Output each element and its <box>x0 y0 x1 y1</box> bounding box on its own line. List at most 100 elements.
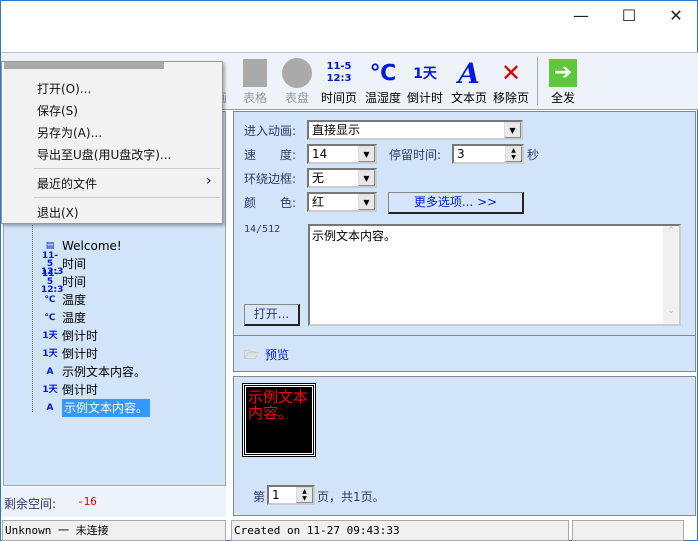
text-page-button[interactable]: A 文本页 <box>447 57 491 106</box>
menu-item-exit[interactable]: 退出(X) <box>37 204 79 221</box>
speed-value: 14 <box>312 147 328 161</box>
preview-panel: 示例文本内容。 第 1 ▲ ▼ 页，共1页。 <box>233 376 696 516</box>
created-status: Created on 11-27 09:43:33 <box>231 520 569 541</box>
connection-status: Unknown 一 未连接 <box>2 520 226 541</box>
minimize-button[interactable]: — <box>561 5 601 27</box>
scrollbar[interactable]: ⌃ ⌄ <box>663 226 679 324</box>
chevron-down-icon: ▼ <box>504 122 521 138</box>
table-button[interactable]: 表格 <box>233 57 277 106</box>
tree-item-label: 示例文本内容。 <box>62 399 151 417</box>
dial-icon <box>275 57 319 89</box>
tree-item[interactable]: 1天 倒计时 <box>41 345 98 363</box>
page-stepper[interactable]: 1 ▲ ▼ <box>267 485 315 505</box>
page-type-icon: ℃ <box>44 313 56 323</box>
page-type-icon: 1天 <box>42 349 58 359</box>
speed-select[interactable]: 14 ▼ <box>307 144 377 164</box>
more-options-button[interactable]: 更多选项... >> <box>388 192 524 214</box>
menu-item-save[interactable]: 保存(S) <box>37 102 78 119</box>
temperature-page-button[interactable]: ℃ 温湿度 <box>361 57 405 106</box>
tree-item[interactable]: ℃ 温度 <box>41 291 86 309</box>
tree-item[interactable]: A 示例文本内容。 <box>41 363 147 381</box>
tree-item-label: 时间 <box>62 257 87 271</box>
page-prefix: 第 <box>253 490 266 504</box>
tree-item-label: Welcome! <box>62 239 122 253</box>
text-content-input[interactable]: 示例文本内容。 ⌃ ⌄ <box>308 224 681 326</box>
animation-label: 进入动画: <box>244 124 297 138</box>
page-type-icon: A <box>46 403 54 413</box>
chevron-down-icon: ▼ <box>358 194 375 210</box>
tree-item-label: 温度 <box>62 293 87 307</box>
menu-item-new-obscured[interactable] <box>4 62 164 69</box>
page-type-icon: A <box>46 367 54 377</box>
color-value: 红 <box>312 195 325 209</box>
tree-item-label: 倒计时 <box>62 329 99 343</box>
remove-icon: ✕ <box>500 59 522 87</box>
menu-item-open[interactable]: 打开(O)... <box>37 80 91 97</box>
tree-item[interactable]: 11-5 12:3 时间 <box>41 270 86 295</box>
page-type-icon: 1天 <box>42 385 58 395</box>
page-settings-panel: 进入动画: 直接显示 ▼ 速 度: 14 ▼ 停留时间: 3 ▲ ▼ 秒 环绕边框: 无… <box>233 111 696 336</box>
menu-separator <box>34 168 220 169</box>
preview-link[interactable]: 预览 <box>265 346 289 363</box>
close-button[interactable]: ✕ <box>656 5 696 27</box>
chevron-down-icon: ▼ <box>358 170 375 186</box>
stay-value: 3 <box>457 147 465 161</box>
char-count: 14/512 <box>244 224 281 235</box>
tree-item-label: 示例文本内容。 <box>62 365 147 379</box>
animation-select[interactable]: 直接显示 ▼ <box>307 120 523 140</box>
countdown-icon: 1天 <box>413 66 437 82</box>
file-menu: 打开(O)... 保存(S) 另存为(A)... 导出至U盘(用U盘改字)...… <box>1 61 223 224</box>
tree-item[interactable]: 1天 倒计时 <box>41 327 98 345</box>
border-value: 无 <box>312 171 325 185</box>
menu-item-recent-files[interactable]: 最近的文件 <box>37 175 97 192</box>
send-all-icon: ➔ <box>541 57 585 89</box>
tree-item[interactable]: A 示例文本内容。 <box>41 399 151 417</box>
dial-button[interactable]: 表盘 <box>275 57 319 106</box>
time-icon: 11-5 12:3 <box>326 61 352 84</box>
chevron-down-icon: ▼ <box>358 146 375 162</box>
stay-unit: 秒 <box>527 148 540 162</box>
page-type-icon: 1天 <box>42 331 58 341</box>
folder-icon: 🗁 <box>244 348 259 362</box>
tree-line <box>32 222 33 412</box>
stay-stepper[interactable]: 3 ▲ ▼ <box>452 144 524 164</box>
page-value: 1 <box>272 488 280 502</box>
toolbar-divider <box>537 57 538 105</box>
maximize-button[interactable]: ☐ <box>609 5 649 27</box>
table-icon <box>233 57 277 89</box>
speed-label: 速 度: <box>244 148 297 162</box>
send-all-button[interactable]: ➔ 全发 <box>541 57 585 106</box>
remove-page-button[interactable]: ✕ 移除页 <box>489 57 533 106</box>
text-icon: A <box>458 56 480 90</box>
status-cell <box>572 520 684 541</box>
tree-item-label: 温度 <box>62 311 87 325</box>
tree-item[interactable]: ℃ 温度 <box>41 309 86 327</box>
countdown-page-button[interactable]: 1天 倒计时 <box>403 57 447 106</box>
tree-item[interactable]: 1天 倒计时 <box>41 381 98 399</box>
space-value: -16 <box>77 495 97 508</box>
border-select[interactable]: 无 ▼ <box>307 168 377 188</box>
border-label: 环绕边框: <box>244 172 297 186</box>
animation-value: 直接显示 <box>312 123 361 137</box>
spinner-icon[interactable]: ▲ ▼ <box>296 487 313 503</box>
color-label: 颜 色: <box>244 196 297 210</box>
tree-item-label: 倒计时 <box>62 383 99 397</box>
temperature-icon: ℃ <box>369 60 397 86</box>
menu-separator <box>34 197 220 198</box>
space-panel: 剩余空间: -16 <box>1 487 226 517</box>
preview-bar: 🗁 预览 <box>233 336 696 372</box>
tree-item-label: 倒计时 <box>62 347 99 361</box>
spinner-icon[interactable]: ▲ ▼ <box>505 146 522 162</box>
time-page-button[interactable]: 11-5 12:3 时间页 <box>317 57 361 106</box>
color-select[interactable]: 红 ▼ <box>307 192 377 212</box>
open-file-button[interactable]: 打开... <box>244 304 300 326</box>
stay-label: 停留时间: <box>389 148 442 162</box>
page-suffix: 页，共1页。 <box>317 490 385 504</box>
menu-item-export-usb[interactable]: 导出至U盘(用U盘改字)... <box>37 146 171 163</box>
space-label: 剩余空间: <box>4 497 57 511</box>
chevron-right-icon: › <box>206 173 212 189</box>
led-preview: 示例文本内容。 <box>242 383 316 457</box>
page-type-icon: ℃ <box>44 295 56 305</box>
menu-item-save-as[interactable]: 另存为(A)... <box>37 124 102 141</box>
page-type-icon: ▤ <box>45 241 55 251</box>
